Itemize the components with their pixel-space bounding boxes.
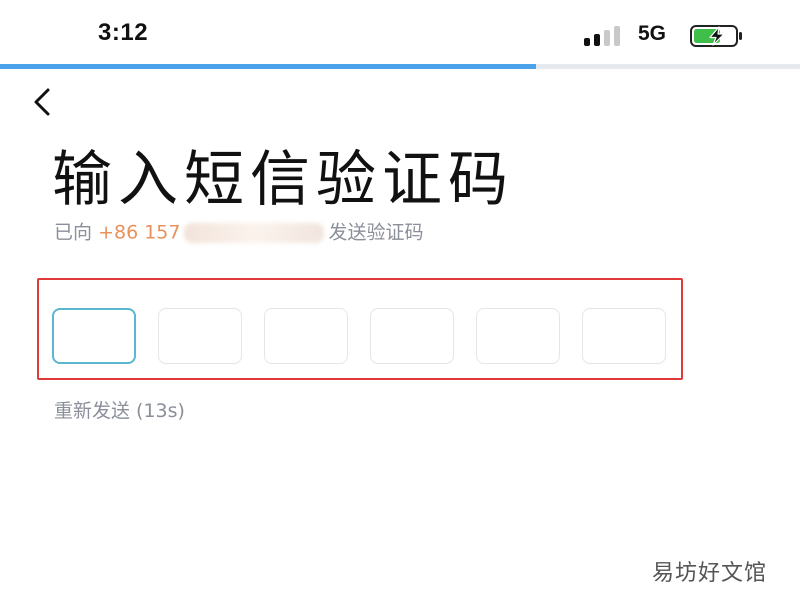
resend-countdown: 重新发送 (13s) bbox=[54, 400, 185, 422]
phone-number: +86 157 bbox=[98, 221, 181, 244]
back-button[interactable] bbox=[26, 84, 62, 120]
page-progress-bar bbox=[0, 64, 800, 69]
sms-sent-hint: 已向 +86 157 发送验证码 bbox=[54, 223, 423, 243]
network-type: 5G bbox=[638, 22, 667, 45]
chevron-left-icon bbox=[34, 88, 50, 116]
code-digit-input-1[interactable] bbox=[52, 308, 136, 364]
code-digit-input-6[interactable] bbox=[582, 308, 666, 364]
status-bar: 3:12 5G bbox=[0, 0, 800, 64]
phone-number-mask bbox=[184, 223, 325, 243]
watermark: 易坊好文馆 bbox=[652, 561, 768, 586]
code-digit-input-5[interactable] bbox=[476, 308, 560, 364]
code-digit-input-3[interactable] bbox=[264, 308, 348, 364]
hint-suffix: 发送验证码 bbox=[328, 221, 424, 244]
code-digit-input-4[interactable] bbox=[370, 308, 454, 364]
battery-charging-icon bbox=[690, 25, 742, 47]
hint-prefix: 已向 bbox=[54, 221, 93, 244]
page-title: 输入短信验证码 bbox=[52, 145, 514, 215]
status-time: 3:12 bbox=[98, 19, 149, 46]
code-digit-input-2[interactable] bbox=[158, 308, 242, 364]
signal-icon bbox=[584, 26, 628, 46]
page-progress-fill bbox=[0, 64, 536, 69]
